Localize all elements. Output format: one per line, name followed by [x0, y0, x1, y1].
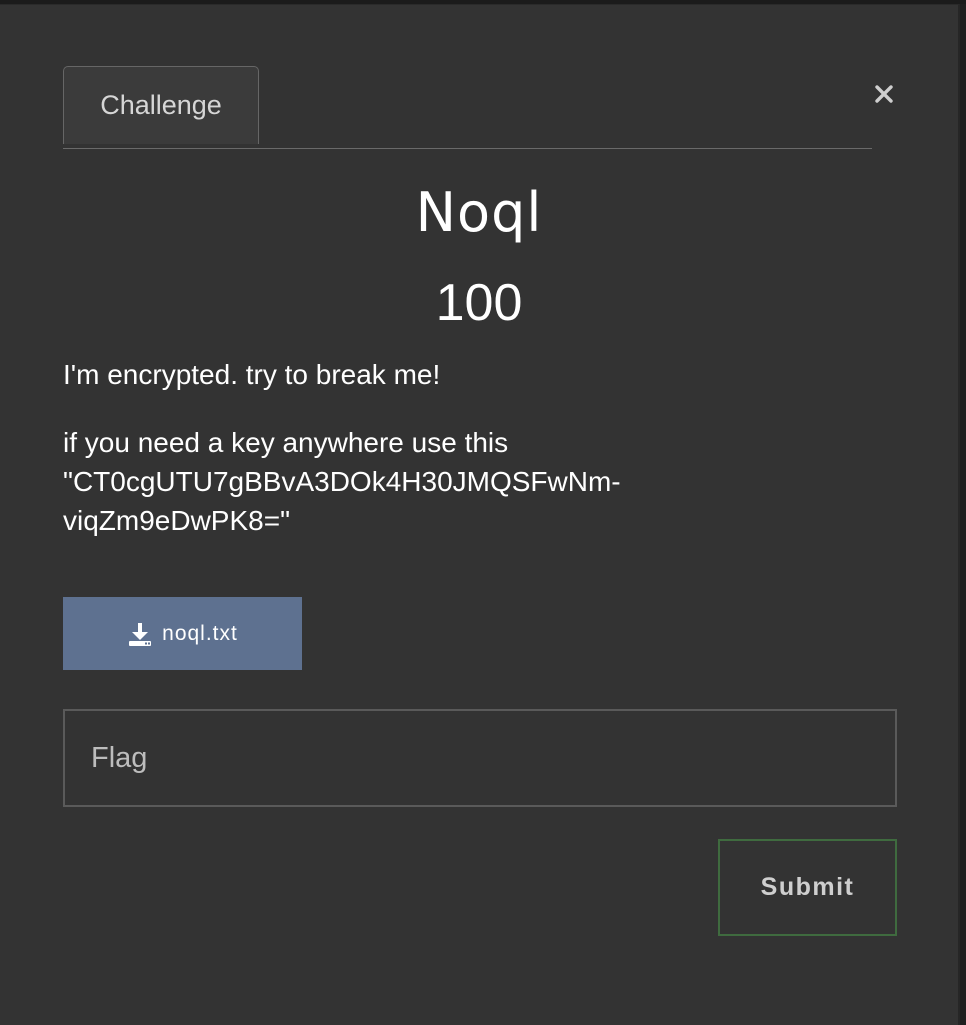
tab-challenge[interactable]: Challenge — [63, 66, 259, 144]
description-line-1: I'm encrypted. try to break me! — [63, 359, 441, 390]
close-button[interactable] — [869, 79, 899, 109]
submit-label: Submit — [760, 873, 855, 901]
download-icon — [129, 622, 152, 646]
download-filename: noql.txt — [162, 621, 238, 645]
challenge-title: Noql — [415, 181, 543, 244]
description-line-2: if you need a key anywhere use this "CT0… — [63, 427, 621, 536]
challenge-description: I'm encrypted. try to break me! if you n… — [63, 355, 783, 569]
download-file-button[interactable]: noql.txt — [63, 597, 302, 670]
flag-input[interactable] — [63, 709, 897, 807]
challenge-modal: Challenge Noql 100 I'm encrypted. try to… — [0, 4, 960, 1025]
tab-bar: Challenge — [63, 66, 872, 149]
challenge-points: 100 — [435, 274, 523, 332]
submit-button[interactable]: Submit — [718, 839, 897, 936]
close-icon — [875, 85, 893, 103]
tab-challenge-label: Challenge — [100, 90, 222, 120]
